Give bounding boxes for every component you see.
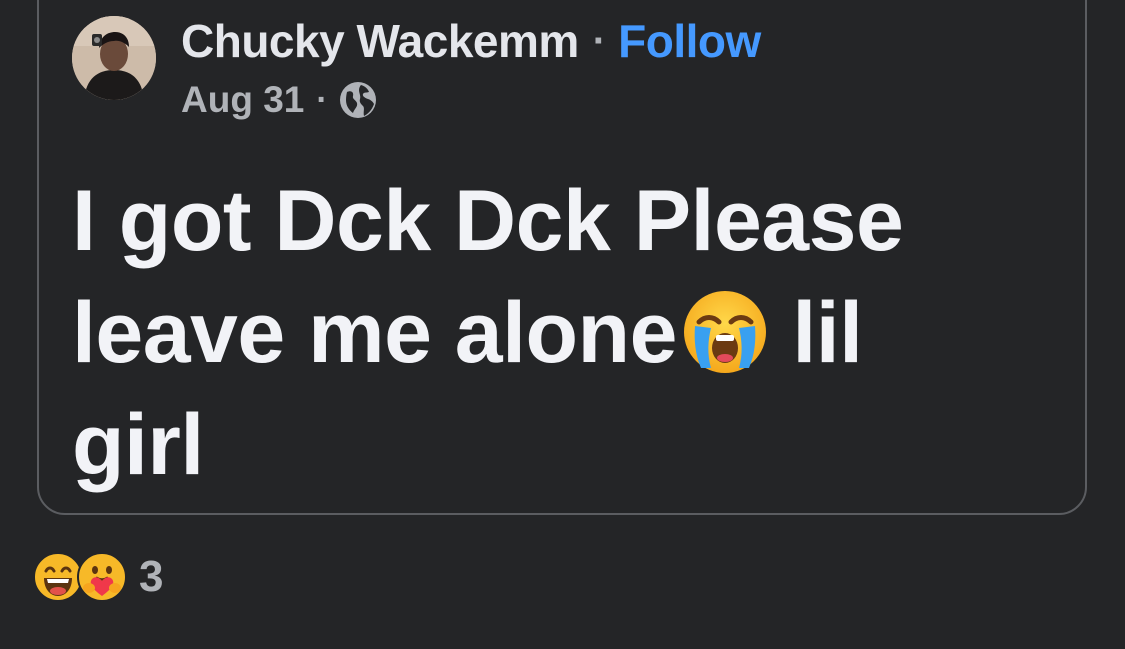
post-text-segment: leave me alone [72, 285, 677, 381]
care-reaction-icon [77, 552, 127, 602]
post-text-line: girl [72, 397, 204, 493]
post-text-line: I got Dck Dck Please [72, 173, 904, 269]
reactions-summary[interactable]: 3 [33, 551, 163, 603]
post-text-segment: lil [768, 285, 863, 381]
header-separator: · [592, 18, 607, 63]
reaction-count: 3 [139, 552, 164, 601]
post-text-line: leave me alone lil [72, 277, 1072, 389]
loudly-crying-face-emoji-icon [681, 288, 769, 376]
avatar-image [72, 16, 156, 100]
author-name[interactable]: Chucky Wackemm [181, 14, 579, 68]
meta-separator: · [316, 80, 328, 119]
follow-button[interactable]: Follow [618, 14, 761, 68]
globe-icon [338, 80, 378, 120]
haha-reaction-icon [33, 552, 83, 602]
post-meta-row: Aug 31 · [181, 78, 378, 122]
author-avatar[interactable] [72, 16, 156, 100]
post-text: I got Dck Dck Please leave me alone lil … [72, 165, 1072, 501]
post-header-row: Chucky Wackemm · Follow [181, 13, 761, 69]
post-date[interactable]: Aug 31 [181, 79, 304, 121]
